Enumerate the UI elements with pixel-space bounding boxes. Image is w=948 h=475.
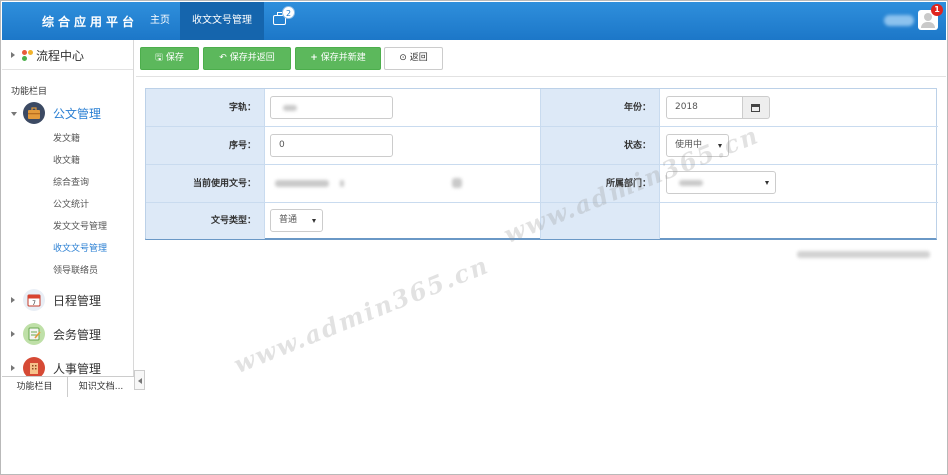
plus-icon: + <box>310 53 318 63</box>
word-value-blurred <box>283 105 297 111</box>
word-label: 字轨： <box>228 103 256 113</box>
back-button[interactable]: ⊙ 返回 <box>384 47 443 70</box>
current-number-label: 当前使用文号： <box>192 179 256 189</box>
nav-home[interactable]: 主页 <box>142 2 178 40</box>
sidebar-item-label: 公文管理 <box>53 107 102 121</box>
tab-function-menu[interactable]: 功能栏目 <box>2 377 68 397</box>
sidebar-item-workflow[interactable]: 流程中心 <box>2 40 133 70</box>
workflow-icon <box>22 50 34 61</box>
save-return-button[interactable]: ↶ 保存并返回 <box>203 47 291 70</box>
nav-receipt-number-management[interactable]: 收文文号管理 <box>180 2 264 40</box>
label-cell: 字轨： <box>146 89 265 127</box>
sub-item-general-query[interactable]: 综合查询 <box>53 175 89 188</box>
calendar-picker-button[interactable] <box>743 96 770 119</box>
status-label: 状态： <box>623 141 651 151</box>
sub-item-outgoing-register[interactable]: 发文籍 <box>53 131 80 144</box>
save-new-button[interactable]: + 保存并新建 <box>295 47 381 70</box>
notification-badge: 1 <box>931 4 943 16</box>
type-label: 文号类型： <box>210 216 256 226</box>
value-cell: 2018 <box>660 89 938 127</box>
year-label: 年份： <box>623 103 651 113</box>
status-select[interactable]: 使用中 <box>666 134 729 157</box>
dept-label: 所属部门： <box>605 179 651 189</box>
label-cell: 序号： <box>146 127 265 165</box>
brand-title: 综合应用平台 <box>42 15 139 29</box>
value-cell: 普通 <box>265 203 541 239</box>
seq-input[interactable]: 0 <box>270 134 393 157</box>
username-blurred <box>884 15 914 26</box>
reply-arrow-icon: ↶ <box>219 53 227 63</box>
number-form: 字轨： 年份： 2018 序号： 0 状态： 使用中 当前使用文号： 所属部门： <box>145 88 938 240</box>
calendar-icon <box>751 104 760 112</box>
sidebar: 流程中心 功能栏目 公文管理 发文籍 收文籍 综合查询 公文统计 发文文号管理 … <box>2 40 134 396</box>
label-cell: 状态： <box>541 127 660 165</box>
chevron-right-icon <box>11 52 15 58</box>
circle-arrow-left-icon: ⊙ <box>399 53 407 63</box>
dept-select[interactable] <box>666 171 776 194</box>
floppy-icon: 🖫 <box>155 53 163 63</box>
value-cell: 使用中 <box>660 127 938 165</box>
chevron-right-icon <box>11 331 15 337</box>
dept-value-blurred <box>679 180 703 186</box>
section-label: 功能栏目 <box>11 87 48 97</box>
tab-knowledge-docs[interactable]: 知识文档... <box>68 377 134 397</box>
chevron-right-icon <box>11 365 15 371</box>
sidebar-item-label: 会务管理 <box>53 328 102 342</box>
label-cell: 当前使用文号： <box>146 165 265 203</box>
divider <box>136 76 946 77</box>
footer-info-blurred <box>797 251 930 258</box>
plugin-count-badge: 2 <box>282 6 295 19</box>
top-navbar: 综合应用平台 主页 收文文号管理 2 <box>2 2 946 40</box>
plugin-button[interactable]: 2 <box>268 2 296 40</box>
sidebar-item-label: 人事管理 <box>53 362 102 376</box>
calendar-icon: 7 <box>23 289 45 311</box>
sub-item-leader-liaison[interactable]: 领导联络员 <box>53 263 98 276</box>
label-cell: 文号类型： <box>146 203 265 239</box>
sidebar-item-label: 流程中心 <box>36 49 85 63</box>
value-cell <box>265 89 541 127</box>
briefcase-icon <box>23 102 45 124</box>
sidebar-item-label: 日程管理 <box>53 294 102 308</box>
sub-item-incoming-register[interactable]: 收文籍 <box>53 153 80 166</box>
label-cell <box>541 203 660 239</box>
sub-item-outgoing-number-mgmt[interactable]: 发文文号管理 <box>53 219 107 232</box>
notebook-icon <box>23 323 45 345</box>
sidebar-bottom-tabs: 功能栏目 知识文档... <box>2 376 134 397</box>
value-cell <box>660 165 938 203</box>
svg-text:7: 7 <box>32 300 36 307</box>
current-number-blurred <box>275 180 329 187</box>
save-button[interactable]: 🖫 保存 <box>140 47 199 70</box>
sidebar-collapse-handle[interactable] <box>134 370 145 390</box>
value-cell <box>660 203 938 239</box>
word-input[interactable] <box>270 96 393 119</box>
current-number-blurred <box>452 178 462 188</box>
chevron-right-icon <box>11 297 15 303</box>
value-cell: 0 <box>265 127 541 165</box>
type-select[interactable]: 普通 <box>270 209 323 232</box>
seq-label: 序号： <box>228 141 256 151</box>
current-number-blurred <box>340 180 344 187</box>
label-cell: 所属部门： <box>541 165 660 203</box>
label-cell: 年份： <box>541 89 660 127</box>
chevron-down-icon <box>11 112 17 116</box>
value-cell <box>265 165 541 203</box>
year-input[interactable]: 2018 <box>666 96 743 119</box>
sub-item-incoming-number-mgmt[interactable]: 收文文号管理 <box>53 241 107 254</box>
sub-item-document-stats[interactable]: 公文统计 <box>53 197 89 210</box>
